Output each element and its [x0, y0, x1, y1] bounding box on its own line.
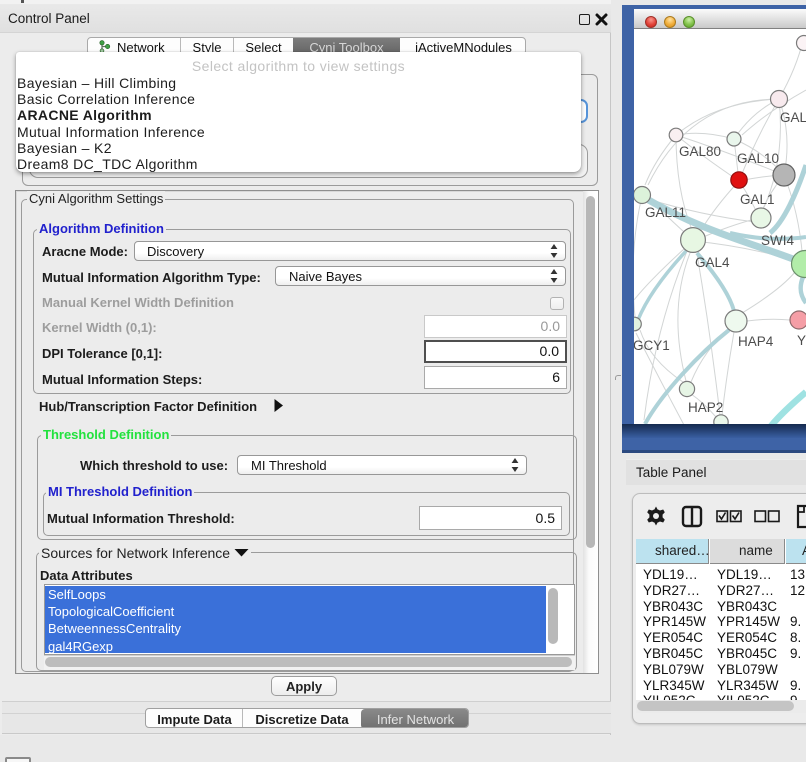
svg-text:GAL1: GAL1: [740, 192, 775, 207]
svg-text:HAP4: HAP4: [738, 334, 774, 349]
svg-text:GAL80: GAL80: [679, 144, 721, 159]
svg-text:GAL7: GAL7: [780, 110, 806, 125]
svg-text:HAP2: HAP2: [688, 400, 723, 415]
svg-text:GAL4: GAL4: [695, 255, 730, 270]
svg-text:GCY1: GCY1: [634, 338, 670, 353]
svg-text:SWI4: SWI4: [761, 233, 794, 248]
svg-text:YM: YM: [797, 333, 806, 348]
svg-text:GAL11: GAL11: [645, 205, 686, 220]
svg-text:GAL10: GAL10: [737, 151, 779, 166]
